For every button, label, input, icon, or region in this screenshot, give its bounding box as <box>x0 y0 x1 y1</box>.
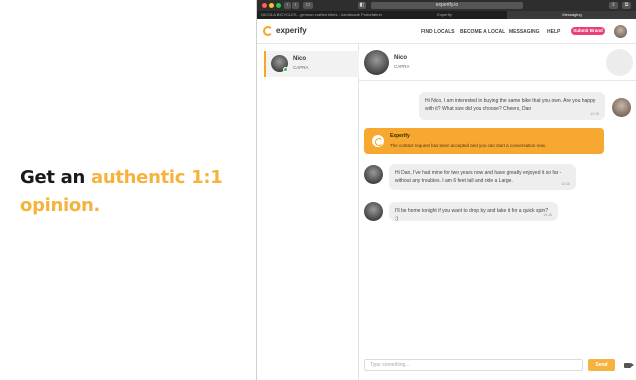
message-time: 13:16 <box>543 213 552 217</box>
headline-accent: authentic 1:1 <box>90 167 223 188</box>
logo-text[interactable]: experify <box>276 26 307 35</box>
contact-name: Nico <box>293 56 307 62</box>
tab-messaging[interactable]: Messaging <box>507 11 636 19</box>
submit-brand-button[interactable]: Submit Brand <box>571 27 605 35</box>
headline-part2: opinion. <box>20 195 101 216</box>
chat-header: Nico CAPRA <box>359 44 636 81</box>
site-header: experify FIND LOCALS BECOME A LOCAL MESS… <box>257 19 636 44</box>
logo-icon[interactable] <box>263 26 273 36</box>
message-text: Hi Nico, I am interested in buying the s… <box>425 98 596 112</box>
video-call-icon[interactable] <box>624 363 634 368</box>
product-image <box>606 49 633 76</box>
message-input[interactable]: Type something... <box>364 359 583 371</box>
experify-logo-icon <box>372 135 384 147</box>
conversation-item[interactable]: Nico CAPRA <box>264 51 359 77</box>
nav-find-locals[interactable]: FIND LOCALS <box>421 29 455 35</box>
nav-messaging[interactable]: MESSAGING <box>509 29 540 35</box>
tab-bar: NICOLA BICYCLES - german crafted bikes -… <box>257 11 636 19</box>
message-time: 13:16 <box>561 182 570 186</box>
message-text: Hi Dan, I've had mine for two years now … <box>395 170 562 184</box>
maximize-window-icon[interactable] <box>276 3 281 8</box>
chat-panel: Nico CAPRA Hi Nico, I am interested in b… <box>359 44 636 380</box>
chat-partner-name: Nico <box>394 55 408 61</box>
sidebar-toggle-icon[interactable]: ▭ <box>303 2 313 9</box>
chat-partner-subtitle: CAPRA <box>394 64 410 69</box>
my-avatar <box>612 98 631 117</box>
tab-experify[interactable]: Experify <box>382 11 507 19</box>
message-sent: Hi Nico, I am interested in buying the s… <box>419 92 605 120</box>
user-avatar[interactable] <box>614 25 627 38</box>
system-title: Experify <box>390 133 410 139</box>
nav-become-local[interactable]: BECOME A LOCAL <box>460 29 505 35</box>
close-window-icon[interactable] <box>262 3 267 8</box>
online-status-icon <box>283 67 288 72</box>
url-bar[interactable]: experify.io <box>371 2 523 9</box>
back-icon[interactable]: ‹ <box>284 2 291 9</box>
message-composer: Type something... Send <box>359 353 636 380</box>
conversation-list: Nico CAPRA <box>257 44 359 380</box>
browser-window: ‹ › ▭ ◧ experify.io ⇪ ⧉ NICOLA BICYCLES … <box>256 0 636 380</box>
headline-part1: Get an <box>20 167 91 188</box>
system-text: The contact request has been accepted an… <box>390 143 546 148</box>
message-text: I'll be home tonight if you want to drop… <box>395 208 548 222</box>
nav-help[interactable]: HELP <box>547 29 560 35</box>
forward-icon[interactable]: › <box>292 2 299 9</box>
partner-avatar <box>364 202 383 221</box>
message-time: 13:15 <box>590 112 599 116</box>
contact-subtitle: CAPRA <box>293 65 309 70</box>
marketing-panel: Get an authentic 1:1 opinion. <box>0 0 256 380</box>
tabs-overview-icon[interactable]: ⧉ <box>622 2 631 9</box>
chat-partner-avatar[interactable] <box>364 50 389 75</box>
headline: Get an authentic 1:1 opinion. <box>20 164 250 220</box>
share-icon[interactable]: ⇪ <box>609 2 618 9</box>
system-notice: Experify The contact request has been ac… <box>364 128 604 154</box>
reader-icon[interactable]: ◧ <box>358 2 366 9</box>
message-received: I'll be home tonight if you want to drop… <box>389 202 558 222</box>
partner-avatar <box>364 165 383 184</box>
browser-toolbar: ‹ › ▭ ◧ experify.io ⇪ ⧉ <box>257 0 636 11</box>
message-received: Hi Dan, I've had mine for two years now … <box>389 164 576 190</box>
send-button[interactable]: Send <box>588 359 615 371</box>
tab-nicola[interactable]: NICOLA BICYCLES - german crafted bikes -… <box>257 11 382 19</box>
minimize-window-icon[interactable] <box>269 3 274 8</box>
